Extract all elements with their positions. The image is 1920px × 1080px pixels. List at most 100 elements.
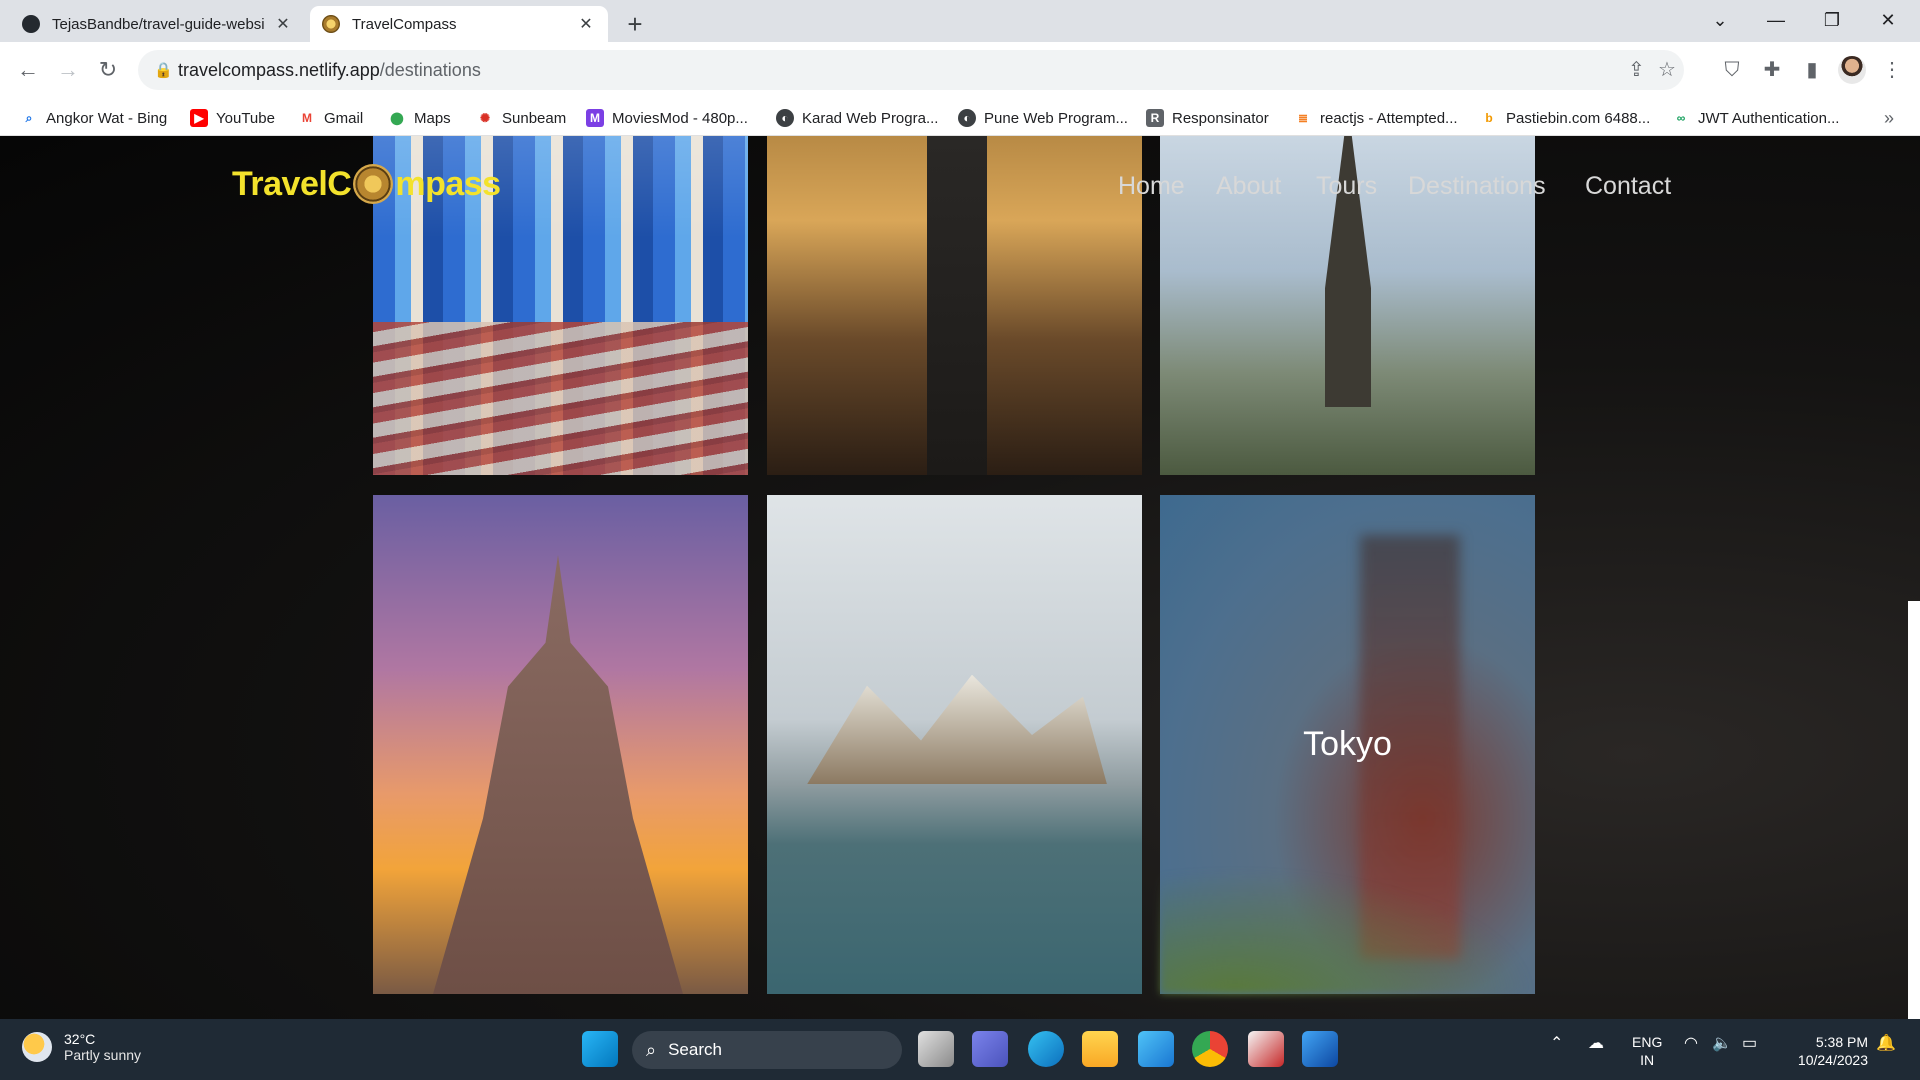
teams-icon[interactable] (972, 1031, 1008, 1067)
battery-icon[interactable]: ▭ (1742, 1033, 1757, 1053)
jwt-icon: ∞ (1676, 111, 1686, 125)
nav-contact[interactable]: Contact (1585, 172, 1671, 201)
globe-icon: ◐ (958, 109, 976, 127)
language-indicator[interactable]: ENG IN (1632, 1033, 1662, 1069)
clock-date: 10/24/2023 (1797, 1052, 1868, 1068)
edge-icon[interactable] (1028, 1031, 1064, 1067)
nav-home[interactable]: Home (1118, 172, 1185, 201)
bookmark-label: Maps (414, 109, 451, 127)
bookmark-label: YouTube (216, 109, 275, 127)
bookmark-item[interactable]: ⬤ Maps (388, 107, 451, 129)
bookmark-item[interactable]: ⌕ Angkor Wat - Bing (20, 107, 168, 129)
profile-avatar[interactable] (1838, 56, 1866, 84)
chrome-icon[interactable] (1192, 1031, 1228, 1067)
forward-arrow-icon[interactable]: → (50, 52, 86, 88)
bookmark-item[interactable]: ✺ Sunbeam (476, 107, 566, 129)
nav-destinations[interactable]: Destinations (1408, 172, 1546, 201)
url-path: /destinations (379, 60, 481, 80)
bookmark-label: JWT Authentication... (1698, 109, 1840, 127)
vscode-icon[interactable] (1302, 1031, 1338, 1067)
weather-widget[interactable]: 32°C Partly sunny (22, 1031, 141, 1063)
logo-text-right: mpass (395, 164, 501, 203)
close-window-button[interactable]: ✕ (1860, 0, 1916, 42)
menu-dots-icon[interactable]: ⋮ (1878, 56, 1906, 84)
destination-label: Tokyo (1303, 724, 1392, 763)
destination-card[interactable] (373, 495, 748, 994)
bookmark-label: Gmail (324, 109, 364, 127)
destination-card-tokyo[interactable]: Tokyo (1160, 495, 1535, 994)
clock[interactable]: 5:38 PM 10/24/2023 (1786, 1033, 1868, 1069)
bookmark-label: reactjs - Attempted... (1320, 109, 1458, 127)
mail-icon[interactable] (1138, 1031, 1174, 1067)
back-arrow-icon[interactable]: ← (10, 52, 46, 88)
onedrive-icon[interactable]: ☁ (1588, 1033, 1604, 1053)
windows-start-icon[interactable] (582, 1031, 618, 1067)
bookmark-label: Sunbeam (502, 109, 567, 127)
clock-time: 5:38 PM (1815, 1034, 1868, 1050)
url-text[interactable]: travelcompass.netlify.app/destinations (178, 60, 481, 81)
search-icon: ⌕ (646, 1039, 657, 1060)
share-icon[interactable]: ⇪ (1628, 57, 1645, 82)
github-icon (22, 15, 40, 33)
pastiebin-icon: b (1485, 111, 1493, 125)
tab-title: TejasBandbe/travel-guide-websi (52, 15, 265, 33)
lock-icon: 🔒 (154, 62, 173, 79)
chevron-up-icon[interactable]: ⌃ (1550, 1033, 1563, 1053)
file-explorer-icon[interactable] (1082, 1031, 1118, 1067)
scrollbar-thumb[interactable] (1908, 601, 1920, 1019)
bookmarks-overflow-button[interactable]: » (1884, 107, 1894, 129)
bookmarks-bar: ⌕ Angkor Wat - Bing ▶ YouTube M Gmail ⬤ Maps… (0, 98, 1920, 136)
shield-extension-icon[interactable]: ⛉ (1718, 56, 1746, 84)
youtube-icon: ▶ (190, 109, 208, 127)
destination-card[interactable] (767, 495, 1142, 994)
bookmark-item[interactable]: R Responsinator (1146, 107, 1269, 129)
bookmark-item[interactable]: ▶ YouTube (190, 107, 275, 129)
address-bar[interactable]: 🔒 travelcompass.netlify.app/destinations… (138, 50, 1684, 90)
bookmark-item[interactable]: ≣ reactjs - Attempted... (1294, 107, 1458, 129)
stackoverflow-icon: ≣ (1297, 111, 1309, 125)
bookmark-item[interactable]: ◐ Pune Web Program... (958, 107, 1128, 129)
language-code: ENG (1632, 1034, 1663, 1050)
volume-icon[interactable]: 🔈 (1712, 1033, 1732, 1053)
region-code: IN (1640, 1052, 1655, 1068)
extensions-puzzle-icon[interactable]: ✚ (1758, 56, 1786, 84)
sunbeam-icon: ✺ (479, 111, 491, 125)
star-icon[interactable]: ☆ (1658, 57, 1676, 82)
minimize-button[interactable]: — (1748, 0, 1804, 42)
bookmark-item[interactable]: M MoviesMod - 480p... (586, 107, 748, 129)
new-tab-button[interactable]: + (618, 8, 652, 42)
url-domain: travelcompass.netlify.app (178, 60, 380, 80)
nav-tours[interactable]: Tours (1316, 172, 1377, 201)
compass-logo-icon (353, 164, 394, 204)
notification-bell-icon[interactable]: 🔔 (1876, 1033, 1896, 1053)
site-logo[interactable]: TravelC mpass (232, 164, 501, 204)
browser-toolbar: ← → ↻ 🔒 travelcompass.netlify.app/destin… (0, 42, 1920, 98)
tab-travelcompass[interactable]: TravelCompass ✕ (310, 6, 608, 42)
bookmark-label: Karad Web Progra... (802, 109, 939, 127)
bookmark-item[interactable]: ◐ Karad Web Progra... (776, 107, 938, 129)
temperature: 32°C (64, 1031, 96, 1047)
reload-icon[interactable]: ↻ (90, 52, 126, 88)
restore-button[interactable]: ❐ (1804, 0, 1860, 42)
logo-text-left: TravelC (232, 164, 352, 203)
tab-github[interactable]: TejasBandbe/travel-guide-websi ✕ (10, 6, 305, 42)
moviesmod-icon: M (586, 109, 604, 127)
wifi-icon[interactable]: ◠ (1684, 1033, 1698, 1053)
bookmark-item[interactable]: M Gmail (298, 107, 363, 129)
weather-condition: Partly sunny (64, 1047, 142, 1063)
bing-search-icon: ⌕ (25, 111, 33, 125)
side-panel-icon[interactable]: ▮ (1798, 56, 1826, 84)
tab-close-button[interactable]: ✕ (273, 14, 293, 34)
nav-about[interactable]: About (1216, 172, 1281, 201)
responsinator-icon: R (1146, 109, 1164, 127)
tab-search-button[interactable]: ⌄ (1692, 0, 1748, 42)
snipping-tool-icon[interactable] (1248, 1031, 1284, 1067)
destination-card[interactable] (767, 136, 1142, 475)
globe-icon: ◐ (776, 109, 794, 127)
tab-close-button[interactable]: ✕ (576, 14, 596, 34)
browser-tab-strip: TejasBandbe/travel-guide-websi ✕ TravelC… (0, 0, 1920, 42)
task-view-icon[interactable] (918, 1031, 954, 1067)
taskbar-search[interactable]: ⌕ Search (632, 1031, 902, 1069)
bookmark-item[interactable]: b Pastiebin.com 6488... (1480, 107, 1650, 129)
bookmark-item[interactable]: ∞ JWT Authentication... (1672, 107, 1840, 129)
